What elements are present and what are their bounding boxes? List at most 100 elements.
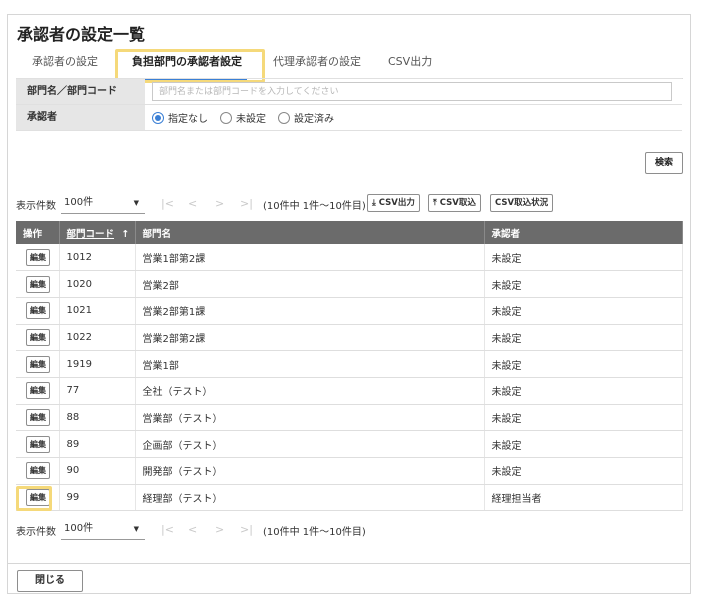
approver-cell: 未設定 — [484, 297, 683, 325]
last-page-button[interactable]: >| — [240, 523, 253, 536]
op-cell: 編集 — [16, 457, 60, 485]
table-row: 編集 90 開発部（テスト） 未設定 — [16, 457, 683, 485]
tab-approver-settings[interactable]: 承認者の設定 — [32, 53, 98, 79]
per-page-select[interactable]: 100件 ▼ — [61, 192, 145, 214]
table-row: 編集 1012 営業1部第2課 未設定 — [16, 244, 683, 272]
op-cell: 編集 — [16, 324, 60, 352]
table-row: 編集 77 全社（テスト） 未設定 — [16, 377, 683, 405]
radio-unchecked-icon — [220, 111, 232, 124]
table-row: 編集 1919 営業1部 未設定 — [16, 350, 683, 378]
header-code[interactable]: 部門コード ↑ — [59, 221, 136, 244]
next-page-button[interactable]: > — [215, 197, 224, 210]
department-table: 操作 部門コード ↑ 部門名 承認者 編集 1012 営業1部第2課 未設定 編集 102… — [16, 221, 683, 512]
per-page-label: 表示件数 — [16, 201, 56, 212]
dept-name-cell: 営業2部第2課 — [135, 324, 485, 352]
last-page-button[interactable]: >| — [240, 197, 253, 210]
dept-name-cell: 営業部（テスト） — [135, 404, 485, 432]
edit-button[interactable]: 編集 — [26, 275, 50, 293]
dept-name-cell: 経理部（テスト） — [135, 484, 485, 512]
table-header-row: 操作 部門コード ↑ 部門名 承認者 — [16, 221, 683, 244]
tab-proxy-approver[interactable]: 代理承認者の設定 — [273, 53, 361, 79]
tab-csv-export[interactable]: CSV出力 — [388, 53, 432, 79]
edit-button[interactable]: 編集 — [26, 355, 50, 373]
op-cell: 編集 — [16, 377, 60, 405]
per-page-value: 100件 — [64, 523, 94, 534]
op-cell: 編集 — [16, 484, 60, 512]
dept-search-input[interactable] — [152, 82, 672, 101]
radio-label: 設定済み — [294, 114, 334, 125]
page-info: (10件中 1件〜10件目) — [263, 201, 366, 212]
sort-code-link[interactable]: 部門コード — [67, 229, 115, 240]
dept-code-cell: 1021 — [59, 297, 136, 325]
prev-page-button[interactable]: < — [188, 197, 197, 210]
op-cell: 編集 — [16, 270, 60, 298]
table-body: 編集 1012 営業1部第2課 未設定 編集 1020 営業2部 未設定 編集 1021 営業2部第… — [16, 244, 683, 512]
approver-cell: 未設定 — [484, 457, 683, 485]
page-info: (10件中 1件〜10件目) — [263, 527, 366, 538]
per-page-select[interactable]: 100件 ▼ — [61, 518, 145, 540]
dropdown-caret-icon: ▼ — [133, 199, 139, 207]
edit-button[interactable]: 編集 — [26, 248, 50, 266]
tab-bar: 承認者の設定 負担部門の承認者設定 代理承認者の設定 CSV出力 — [17, 49, 683, 83]
approver-cell: 未設定 — [484, 270, 683, 298]
dept-code-cell: 1020 — [59, 270, 136, 298]
approver-cell: 未設定 — [484, 404, 683, 432]
radio-set[interactable]: 設定済み — [278, 110, 334, 125]
dept-code-cell: 1022 — [59, 324, 136, 352]
op-cell: 編集 — [16, 350, 60, 378]
first-page-button[interactable]: |< — [161, 197, 174, 210]
table-row: 編集 1022 営業2部第2課 未設定 — [16, 324, 683, 352]
table-row: 編集 1021 営業2部第1課 未設定 — [16, 297, 683, 325]
dept-code-cell: 1012 — [59, 244, 136, 272]
radio-not-set[interactable]: 未設定 — [220, 110, 266, 125]
close-button[interactable]: 閉じる — [17, 570, 83, 592]
upload-icon: ⤒ — [433, 198, 437, 208]
dept-code-cell: 89 — [59, 430, 136, 458]
edit-button[interactable]: 編集 — [26, 302, 50, 320]
csv-import-label: CSV取込 — [439, 198, 476, 208]
dept-name-cell: 営業1部第2課 — [135, 244, 485, 272]
csv-import-button[interactable]: ⤒ CSV取込 — [428, 194, 481, 212]
edit-button[interactable]: 編集 — [26, 408, 50, 426]
dept-label: 部門名／部門コード — [16, 79, 145, 104]
tab-cost-dept-approver[interactable]: 負担部門の承認者設定 — [127, 53, 247, 81]
search-button[interactable]: 検索 — [645, 152, 683, 174]
radio-label: 指定なし — [168, 114, 208, 125]
approver-label: 承認者 — [16, 105, 145, 130]
table-row: 編集 1020 営業2部 未設定 — [16, 270, 683, 298]
dept-name-cell: 開発部（テスト） — [135, 457, 485, 485]
download-icon: ⤓ — [372, 198, 376, 208]
first-page-button[interactable]: |< — [161, 523, 174, 536]
approver-cell: 未設定 — [484, 430, 683, 458]
dept-code-cell: 1919 — [59, 350, 136, 378]
filter-row-approver: 承認者 指定なし 未設定 設定済み — [16, 105, 682, 131]
table-row: 編集 88 営業部（テスト） 未設定 — [16, 404, 683, 432]
edit-button[interactable]: 編集 — [26, 435, 50, 453]
radio-checked-icon — [152, 111, 164, 124]
radio-unspecified[interactable]: 指定なし — [152, 110, 208, 125]
table-row: 編集 89 企画部（テスト） 未設定 — [16, 430, 683, 458]
csv-import-status-button[interactable]: CSV取込状況 — [490, 194, 554, 212]
edit-button[interactable]: 編集 — [26, 328, 50, 346]
dept-name-cell: 企画部（テスト） — [135, 430, 485, 458]
edit-button[interactable]: 編集 — [26, 382, 50, 400]
op-cell: 編集 — [16, 430, 60, 458]
next-page-button[interactable]: > — [215, 523, 224, 536]
approver-cell: 未設定 — [484, 244, 683, 272]
prev-page-button[interactable]: < — [188, 523, 197, 536]
csv-export-button[interactable]: ⤓ CSV出力 — [367, 194, 420, 212]
approver-radio-group: 指定なし 未設定 設定済み — [152, 105, 346, 130]
filter-row-department: 部門名／部門コード — [16, 79, 682, 105]
dept-code-cell: 77 — [59, 377, 136, 405]
page-title: 承認者の設定一覧 — [17, 25, 146, 44]
dept-name-cell: 営業1部 — [135, 350, 485, 378]
sort-asc-icon: ↑ — [121, 228, 130, 240]
edit-button[interactable]: 編集 — [26, 489, 50, 507]
edit-button[interactable]: 編集 — [26, 462, 50, 480]
filter-form: 部門名／部門コード 承認者 指定なし 未設定 設定済み — [16, 78, 682, 131]
dept-code-cell: 99 — [59, 484, 136, 512]
dept-code-cell: 88 — [59, 404, 136, 432]
radio-label: 未設定 — [236, 114, 266, 125]
pager-top: 表示件数 100件 ▼ |< < > >| (10件中 1件〜10件目) ⤓ C… — [16, 192, 676, 214]
op-cell: 編集 — [16, 244, 60, 272]
